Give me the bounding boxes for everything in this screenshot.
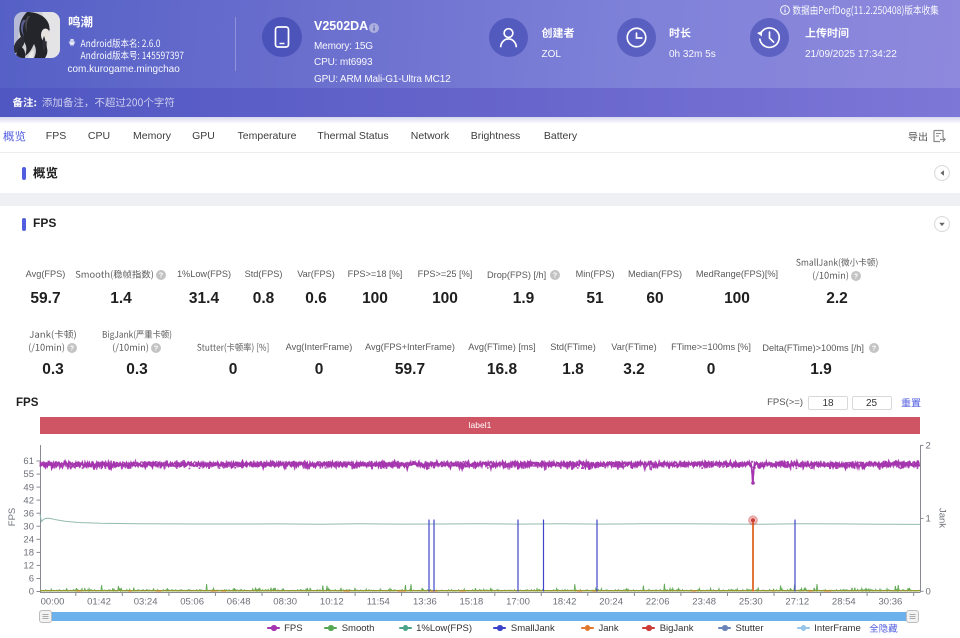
svg-text:?: ? <box>854 271 859 280</box>
svg-text:?: ? <box>154 343 159 352</box>
svg-text:?: ? <box>70 343 75 352</box>
svg-text:?: ? <box>872 343 877 352</box>
